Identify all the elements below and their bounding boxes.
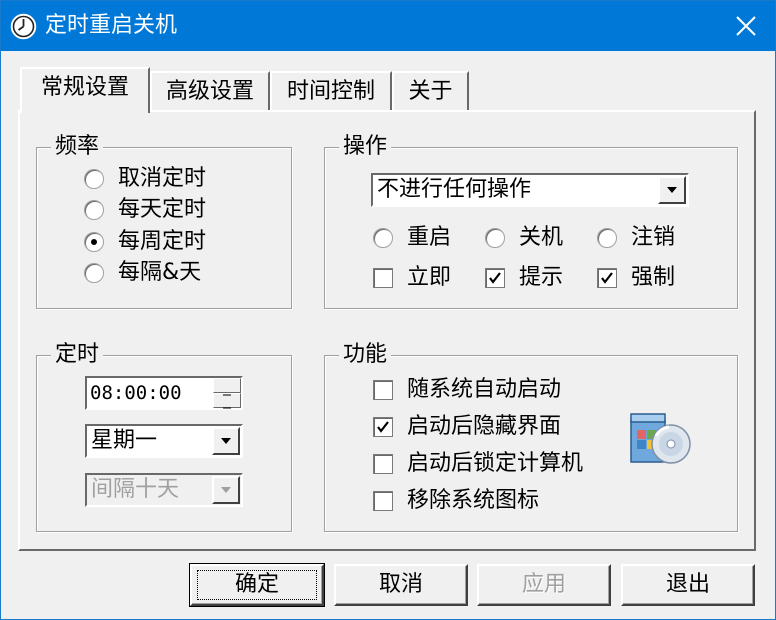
tab-general-settings[interactable]: 常规设置 [20, 67, 150, 113]
tab-about[interactable]: 关于 [392, 71, 469, 111]
tab-advanced-settings[interactable]: 高级设置 [150, 71, 270, 111]
radio-button[interactable] [485, 228, 505, 248]
radio-button[interactable] [84, 263, 104, 283]
dropdown-button[interactable] [212, 427, 240, 455]
checkbox[interactable] [373, 380, 393, 400]
timing-group: 定时 08:00:00 星期一 间隔十天 [36, 342, 292, 532]
radio-label: 注销 [631, 225, 676, 250]
tab-label: 常规设置 [40, 75, 129, 100]
group-title: 频率 [51, 134, 104, 160]
close-icon[interactable] [731, 11, 761, 41]
checkbox-label: 强制 [631, 265, 676, 290]
checkbox-label: 随系统自动启动 [407, 377, 562, 402]
radio-button[interactable] [84, 200, 104, 220]
checkmark-icon [377, 421, 389, 433]
radio-label: 关机 [519, 225, 564, 250]
tab-panel-general: 频率 取消定时 每天定时 每周定时 每隔&天 操作 不进行任何操作 重启 关机 … [18, 110, 756, 551]
features-group: 功能 随系统自动启动 启动后隐藏界面 启动后锁定计算机 移除系统图标 [324, 342, 738, 532]
chevron-down-icon [221, 487, 231, 493]
group-title: 功能 [339, 342, 392, 368]
radio-button[interactable] [84, 232, 104, 252]
checkbox[interactable] [373, 417, 393, 437]
checkbox[interactable] [373, 268, 393, 288]
time-spinner[interactable] [213, 378, 241, 409]
focus-rect [197, 570, 317, 600]
radio-button[interactable] [84, 169, 104, 189]
radio-label: 每隔&天 [118, 260, 202, 285]
checkmark-icon [489, 272, 501, 284]
button-label: 取消 [378, 572, 423, 597]
ok-button[interactable]: 确定 [189, 563, 325, 607]
checkbox-label: 启动后隐藏界面 [407, 414, 562, 439]
checkbox-label: 启动后锁定计算机 [407, 451, 584, 476]
main-window: 定时重启关机 常规设置 高级设置 时间控制 关于 频率 取消定时 每天定时 每周… [0, 0, 776, 620]
time-value: 08:00:00 [90, 382, 182, 404]
title-bar[interactable]: 定时重启关机 [1, 1, 775, 51]
chevron-down-icon [667, 187, 677, 193]
group-title: 定时 [51, 342, 104, 368]
radio-button[interactable] [597, 228, 617, 248]
radio-label: 取消定时 [118, 166, 207, 191]
tab-label: 高级设置 [165, 79, 254, 104]
spin-up-button[interactable] [213, 378, 241, 396]
clock-icon [10, 13, 37, 40]
weekday-select[interactable]: 星期一 [85, 424, 243, 458]
tab-time-control[interactable]: 时间控制 [270, 71, 392, 111]
checkbox[interactable] [373, 491, 393, 511]
tab-label: 关于 [408, 79, 453, 104]
weekday-value: 星期一 [91, 428, 158, 453]
install-disc-icon [630, 413, 691, 464]
frequency-group: 频率 取消定时 每天定时 每周定时 每隔&天 [36, 134, 292, 309]
dropdown-button [212, 476, 240, 504]
operation-group: 操作 不进行任何操作 重启 关机 注销 立即 提示 强制 [324, 134, 738, 309]
time-input[interactable]: 08:00:00 [85, 376, 243, 410]
chevron-down-icon [221, 438, 231, 444]
checkbox[interactable] [373, 454, 393, 474]
checkbox-label: 移除系统图标 [407, 488, 540, 513]
apply-button: 应用 [477, 564, 611, 606]
button-label: 应用 [521, 572, 566, 597]
tab-label: 时间控制 [286, 79, 375, 104]
checkbox-label: 立即 [407, 265, 452, 290]
arrow-down-icon [223, 407, 231, 409]
radio-label: 重启 [407, 225, 452, 250]
group-title: 操作 [339, 134, 392, 160]
button-label: 退出 [665, 572, 710, 597]
checkbox[interactable] [597, 268, 617, 288]
checkbox[interactable] [485, 268, 505, 288]
dropdown-button[interactable] [658, 176, 686, 204]
checkmark-icon [601, 272, 613, 284]
exit-button[interactable]: 退出 [621, 564, 755, 606]
radio-button[interactable] [373, 228, 393, 248]
radio-label: 每周定时 [118, 229, 207, 254]
operation-select-value: 不进行任何操作 [377, 177, 532, 202]
spin-down-button[interactable] [213, 393, 241, 409]
cancel-button[interactable]: 取消 [334, 564, 468, 606]
interval-value: 间隔十天 [91, 477, 180, 502]
interval-select: 间隔十天 [85, 473, 243, 507]
radio-label: 每天定时 [118, 197, 207, 222]
checkbox-label: 提示 [519, 265, 564, 290]
window-title: 定时重启关机 [45, 13, 178, 38]
operation-select[interactable]: 不进行任何操作 [371, 173, 689, 207]
